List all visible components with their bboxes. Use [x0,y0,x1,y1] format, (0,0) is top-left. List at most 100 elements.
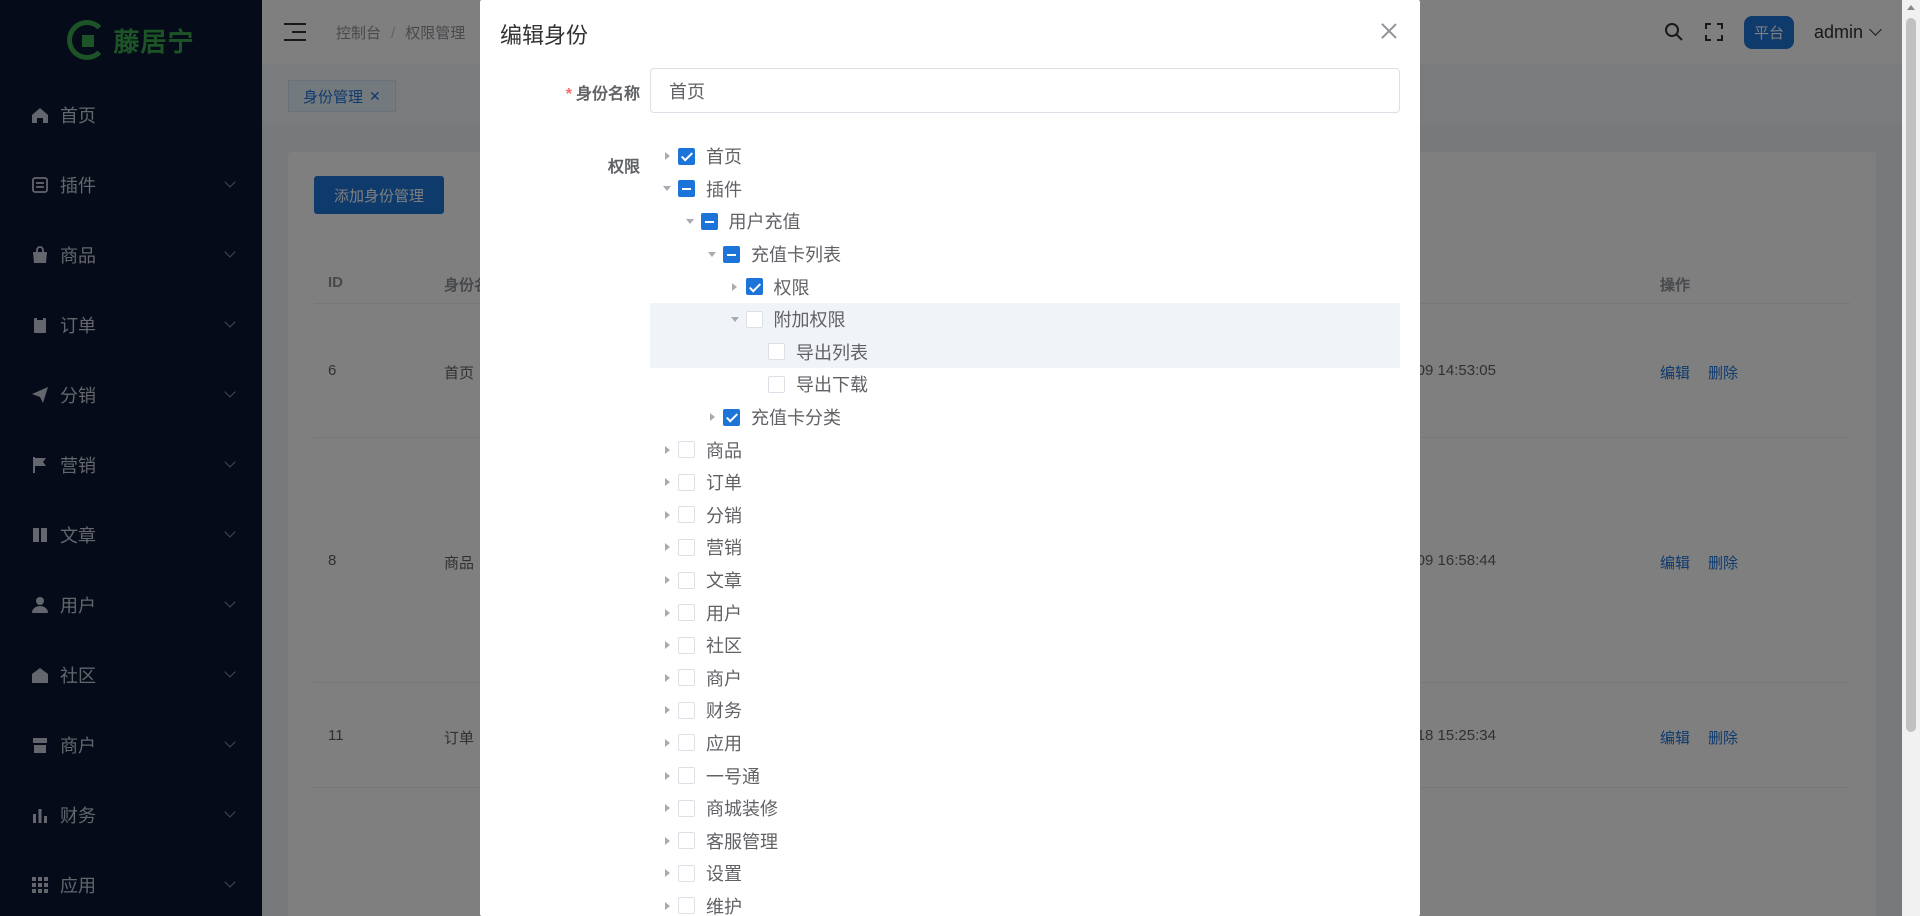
checkbox[interactable] [678,473,695,491]
caret-right-icon[interactable] [656,699,678,721]
tree-node[interactable]: 商户 [650,662,1400,695]
checkbox[interactable] [745,310,763,328]
page-scrollbar[interactable] [1902,0,1920,916]
caret-right-icon[interactable] [656,830,678,852]
caret-right-icon[interactable] [656,732,678,754]
tree-node-label: 导出列表 [796,342,868,363]
scroll-thumb[interactable] [1906,18,1916,732]
tree-node-label: 商品 [706,440,742,461]
checkbox[interactable] [768,343,785,361]
tree-node-label: 插件 [706,179,742,200]
tree-node-label: 用户充值 [728,212,801,233]
checkbox[interactable] [678,604,695,622]
caret-right-icon[interactable] [656,471,678,493]
tree-node[interactable]: 设置 [650,857,1400,890]
tree-node[interactable]: 应用 [650,727,1400,760]
checkbox[interactable] [678,734,695,752]
tree-node[interactable]: 用户 [650,596,1400,629]
tree-node[interactable]: 导出下载 [650,368,1400,401]
checkbox[interactable] [723,245,740,263]
caret-right-icon[interactable] [656,862,678,884]
checkbox[interactable] [678,636,695,654]
caret-right-icon[interactable] [656,439,678,461]
tree-node-label: 财务 [706,701,742,722]
checkbox[interactable] [768,375,785,393]
tree-node[interactable]: 社区 [650,629,1400,662]
name-label-text: 身份名称 [575,86,640,103]
checkbox[interactable] [678,147,695,165]
identity-name-input[interactable]: 首页 [650,68,1400,113]
caret-right-icon[interactable] [656,667,678,689]
caret-right-icon[interactable] [656,895,678,916]
scroll-up-icon[interactable] [1907,5,1915,10]
edit-identity-dialog: 编辑身份 * 身份名称 首页 权限 首页 插件 用户充值 充值卡列表 权限 附加权限 导出列表… [480,0,1420,916]
caret-down-icon[interactable] [701,243,723,265]
checkbox[interactable] [678,701,695,719]
caret-right-icon[interactable] [656,504,678,526]
caret-right-icon[interactable] [656,145,678,167]
tree-node-label: 设置 [706,864,742,885]
tree-node[interactable]: 用户充值 [650,205,1400,238]
caret-right-icon[interactable] [656,569,678,591]
tree-node-label: 分销 [706,505,742,526]
caret-down-icon[interactable] [724,308,746,330]
tree-node-label: 社区 [706,636,742,657]
caret-right-icon[interactable] [701,406,723,428]
checkbox[interactable] [678,799,695,817]
checkbox[interactable] [678,506,695,524]
tree-node[interactable]: 充值卡分类 [650,401,1400,434]
tree-node[interactable]: 商品 [650,433,1400,466]
tree-node-label: 权限 [773,277,810,298]
tree-node[interactable]: 一号通 [650,759,1400,792]
tree-node[interactable]: 附加权限 [650,302,1400,336]
caret-down-icon[interactable] [679,210,701,232]
checkbox[interactable] [700,212,718,230]
required-mark: * [565,86,572,103]
tree-node[interactable]: 商城装修 [650,792,1400,825]
tree-node-label: 导出下载 [796,375,868,396]
tree-node-label: 商城装修 [706,799,778,820]
tree-node[interactable]: 插件 [650,173,1400,206]
caret-down-icon[interactable] [656,178,678,200]
name-label: * 身份名称 [480,80,640,104]
tree-node-label: 商户 [706,668,742,689]
checkbox[interactable] [745,278,763,296]
tree-node[interactable]: 营销 [650,531,1400,564]
caret-right-icon[interactable] [656,634,678,656]
checkbox[interactable] [678,897,695,915]
tree-node[interactable]: 财务 [650,694,1400,727]
tree-node[interactable]: 客服管理 [650,824,1400,857]
tree-node-label: 充值卡列表 [751,245,841,266]
tree-node-label: 营销 [706,538,742,559]
tree-node[interactable]: 文章 [650,564,1400,597]
caret-right-icon[interactable] [656,797,678,819]
tree-node-label: 一号通 [706,766,760,787]
checkbox[interactable] [678,180,695,198]
caret-right-icon[interactable] [656,602,678,624]
tree-node-label: 应用 [706,733,742,754]
caret-right-icon[interactable] [656,536,678,558]
tree-node[interactable]: 维护 [650,890,1400,916]
caret-right-icon[interactable] [656,765,678,787]
checkbox[interactable] [678,669,695,687]
tree-node[interactable]: 订单 [650,466,1400,499]
checkbox[interactable] [678,767,695,785]
tree-node[interactable]: 权限 [650,270,1400,303]
checkbox[interactable] [678,832,695,850]
tree-node-label: 充值卡分类 [751,408,841,429]
checkbox[interactable] [723,408,740,426]
checkbox[interactable] [678,864,695,882]
checkbox[interactable] [678,441,695,459]
tree-node-label: 维护 [706,896,742,916]
tree-node[interactable]: 首页 [650,140,1400,173]
caret-right-icon[interactable] [724,276,746,298]
tree-node[interactable]: 充值卡列表 [650,238,1400,271]
checkbox[interactable] [678,538,695,556]
permission-tree: 首页插件用户充值充值卡列表权限附加权限导出列表导出下载充值卡分类 商品订单分销营销… [650,140,1400,916]
checkbox[interactable] [678,571,695,589]
tree-node[interactable]: 导出列表 [650,335,1400,369]
tree-node[interactable]: 分销 [650,499,1400,532]
close-icon[interactable] [1380,22,1398,40]
